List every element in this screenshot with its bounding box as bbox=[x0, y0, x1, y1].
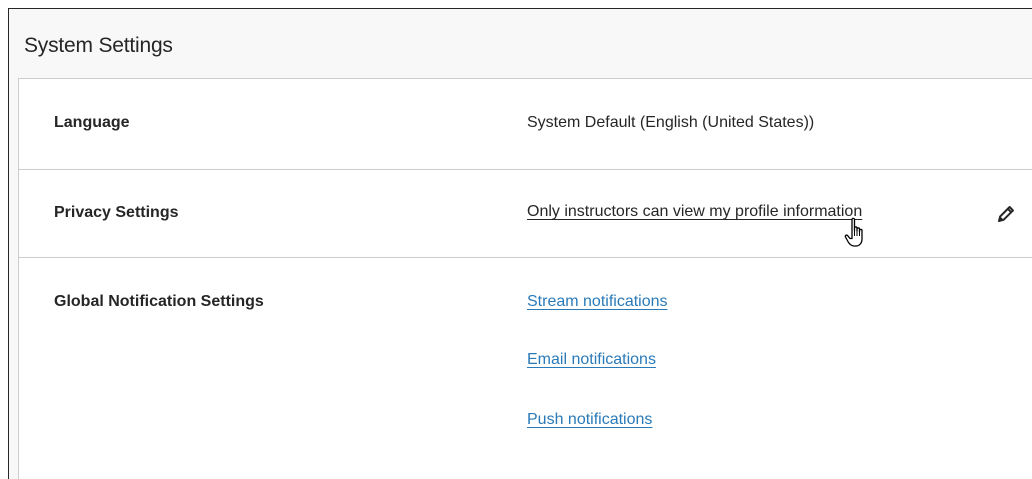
push-notifications-link[interactable]: Push notifications bbox=[527, 411, 652, 429]
notifications-label: Global Notification Settings bbox=[54, 293, 264, 310]
language-row: Language System Default (English (United… bbox=[19, 79, 1032, 170]
settings-list: Language System Default (English (United… bbox=[18, 78, 1032, 479]
stream-notifications-link[interactable]: Stream notifications bbox=[527, 293, 668, 311]
privacy-settings-link[interactable]: Only instructors can view my profile inf… bbox=[527, 203, 862, 221]
language-label: Language bbox=[54, 114, 130, 131]
panel-title: System Settings bbox=[24, 34, 173, 57]
privacy-row: Privacy Settings Only instructors can vi… bbox=[19, 169, 1032, 258]
hand-cursor-icon bbox=[843, 216, 871, 250]
notifications-row: Global Notification Settings Stream noti… bbox=[19, 258, 1032, 478]
privacy-label: Privacy Settings bbox=[54, 204, 179, 221]
pencil-icon[interactable] bbox=[995, 203, 1017, 225]
system-settings-panel: System Settings Language System Default … bbox=[8, 8, 1032, 479]
panel-header: System Settings bbox=[9, 9, 1032, 78]
language-value: System Default (English (United States)) bbox=[527, 114, 815, 131]
email-notifications-link[interactable]: Email notifications bbox=[527, 351, 656, 369]
